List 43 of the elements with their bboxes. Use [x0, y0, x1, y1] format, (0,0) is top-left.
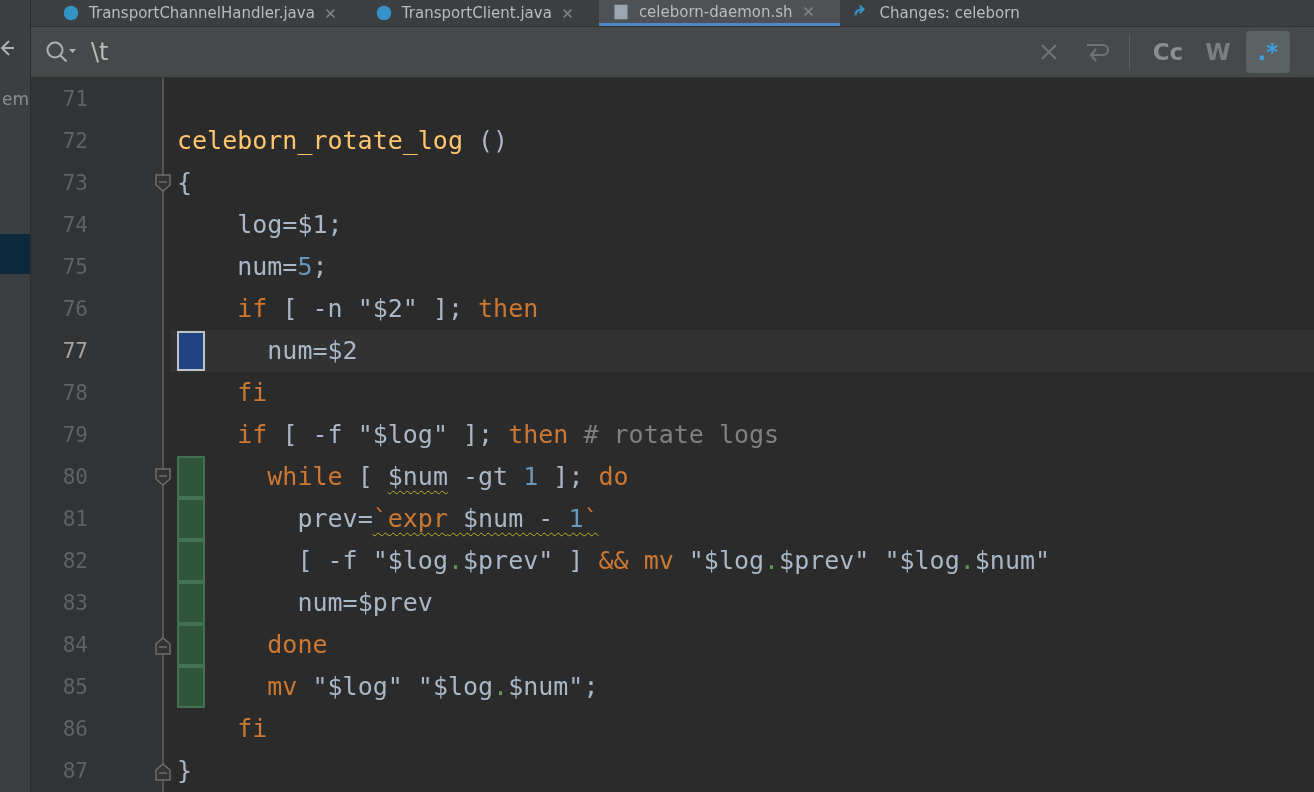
change-marker[interactable]	[177, 498, 205, 540]
code-line: celeborn_rotate_log ()	[177, 125, 509, 157]
code-line: if [ -f "$log" ]; then # rotate logs	[237, 419, 780, 451]
code-line: num=5;	[237, 251, 328, 283]
fold-marker-icon[interactable]	[155, 173, 171, 193]
close-icon[interactable]	[561, 7, 573, 19]
code-line: done	[267, 629, 328, 661]
line-number: 77	[61, 338, 88, 365]
code-line: fi	[237, 377, 268, 409]
change-marker[interactable]	[177, 456, 205, 498]
code-line: if [ -n "$2" ]; then	[237, 293, 539, 325]
class-circle-icon	[375, 5, 392, 21]
code-line: while [ $num -gt 1 ]; do	[267, 461, 629, 493]
fold-marker-icon[interactable]	[155, 761, 171, 781]
search-option-toggle[interactable]: Cc	[1146, 31, 1190, 73]
code-line: {	[177, 167, 193, 199]
editor-tab[interactable]: Changes: celeborn	[839, 0, 1046, 26]
clear-icon[interactable]	[1039, 42, 1059, 62]
tree-item[interactable]: em	[0, 86, 30, 112]
editor-tab[interactable]: TransportClient.java	[361, 0, 599, 26]
change-marker[interactable]	[177, 540, 205, 582]
code-line: log=$1;	[237, 209, 343, 241]
class-circle-icon	[63, 5, 79, 21]
code-line: }	[177, 755, 193, 787]
code-line: num=$prev	[297, 587, 433, 619]
fold-marker-icon[interactable]	[155, 467, 171, 487]
change-marker[interactable]	[177, 624, 205, 666]
code-line: num=$2	[267, 335, 358, 367]
file-icon	[612, 3, 629, 20]
change-marker[interactable]	[177, 582, 205, 624]
code-line: fi	[237, 713, 268, 745]
change-marker[interactable]	[177, 666, 205, 708]
code-line: prev=`expr $num - 1`	[297, 503, 599, 535]
editor-tab[interactable]: TransportChannelHandler.java	[49, 0, 362, 26]
editor-tab[interactable]: celeborn-daemon.sh	[598, 0, 840, 26]
code-line: [ -f "$log.$prev" ] && mv "$log.$prev" "$log.$num"	[297, 545, 1051, 577]
fold-marker-icon[interactable]	[155, 635, 171, 655]
close-icon[interactable]	[802, 6, 814, 17]
search-field[interactable]: \t	[91, 38, 1039, 66]
change-marker[interactable]	[177, 331, 205, 371]
search-icon[interactable]	[45, 39, 79, 65]
close-icon[interactable]	[324, 7, 336, 19]
code-line: mv "$log" "$log.$num";	[267, 671, 599, 703]
